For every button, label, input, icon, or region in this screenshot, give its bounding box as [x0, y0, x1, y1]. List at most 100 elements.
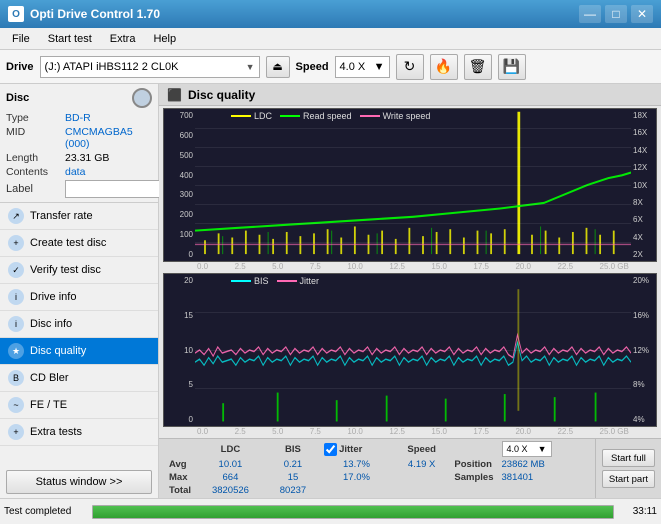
progress-bar-container [92, 505, 614, 519]
chart2-y-axis-right: 20% 16% 12% 8% 4% [631, 273, 657, 427]
nav-item-verify-test-disc[interactable]: ✓ Verify test disc [0, 257, 158, 284]
nav-item-disc-info[interactable]: i Disc info [0, 311, 158, 338]
write-speed-legend: Write speed [360, 111, 431, 121]
disc-section: Disc Type BD-R MID CMCMAGBA5 (000) Lengt… [0, 84, 158, 203]
titlebar: O Opti Drive Control 1.70 — □ ✕ [0, 0, 661, 28]
avg-row: Avg 10.01 0.21 13.7% 4.19 X Position 238… [165, 458, 589, 471]
nav-item-disc-quality[interactable]: ★ Disc quality [0, 338, 158, 365]
refresh-button[interactable]: ↻ [396, 54, 424, 80]
eject-button[interactable]: ⏏ [266, 56, 290, 78]
disc-label-key: Label [6, 183, 61, 195]
app-icon: O [8, 6, 24, 22]
jitter-max: 17.0% [320, 471, 393, 484]
grid-line [195, 128, 631, 129]
start-full-button[interactable]: Start full [602, 449, 655, 467]
position-val: 23862 MB [498, 458, 589, 471]
jitter-avg: 13.7% [320, 458, 393, 471]
nav-item-create-test-disc[interactable]: + Create test disc [0, 230, 158, 257]
ldc-max: 664 [195, 471, 266, 484]
jitter-legend: Jitter [277, 276, 320, 286]
titlebar-controls: — □ ✕ [579, 5, 653, 23]
nav-label-disc-info: Disc info [30, 318, 72, 330]
jitter-header: Jitter [339, 444, 362, 455]
bottom-bar: Test completed 33:11 [0, 498, 661, 524]
grid-line [195, 204, 631, 205]
time-text: 33:11 [622, 506, 657, 517]
erase-button[interactable]: 🗑 [464, 54, 492, 80]
speed-label: Speed [296, 61, 329, 73]
stats-header-row: LDC BIS Jitter Speed 4.0 X [165, 440, 589, 458]
save-button[interactable]: 💾 [498, 54, 526, 80]
burn-button[interactable]: 🔥 [430, 54, 458, 80]
menubar: File Start test Extra Help [0, 28, 661, 50]
minimize-button[interactable]: — [579, 5, 601, 23]
disc-contents-val: data [65, 166, 85, 178]
chart1-legend: LDC Read speed Write speed [231, 111, 430, 121]
drive-select-dropdown[interactable]: (J:) ATAPI iHBS112 2 CL0K ▼ [40, 56, 260, 78]
start-part-button[interactable]: Start part [602, 470, 655, 488]
grid-line [195, 223, 631, 224]
jitter-check-row: Jitter [324, 443, 389, 456]
disc-info-icon: i [8, 316, 24, 332]
nav-label-drive-info: Drive info [30, 291, 76, 303]
disc-length-key: Length [6, 152, 61, 164]
jitter-checkbox[interactable] [324, 443, 337, 456]
bis-legend: BIS [231, 276, 269, 286]
nav-item-fe-te[interactable]: ~ FE / TE [0, 392, 158, 419]
disc-quality-icon: ★ [8, 343, 24, 359]
nav-label-transfer-rate: Transfer rate [30, 210, 93, 222]
status-window-button[interactable]: Status window >> [6, 470, 152, 494]
close-button[interactable]: ✕ [631, 5, 653, 23]
ldc-header: LDC [195, 440, 266, 458]
grid-line [195, 185, 631, 186]
status-text: Test completed [4, 506, 84, 517]
grid-line [195, 350, 631, 351]
disc-quality-header-icon: ⬛ [167, 88, 182, 102]
nav-item-cd-bler[interactable]: B CD Bler [0, 365, 158, 392]
grid-line [195, 166, 631, 167]
nav-item-extra-tests[interactable]: + Extra tests [0, 419, 158, 446]
disc-mid-row: MID CMCMAGBA5 (000) [6, 126, 152, 150]
chart1: 700 600 500 400 300 200 100 0 [163, 108, 657, 262]
bis-max: 15 [266, 471, 320, 484]
nav-items: ↗ Transfer rate + Create test disc ✓ Ver… [0, 203, 158, 466]
read-speed-legend-color [280, 115, 300, 117]
disc-label-row: Label ✎ [6, 180, 152, 198]
stats-table: LDC BIS Jitter Speed 4.0 X [165, 440, 589, 497]
main-layout: Disc Type BD-R MID CMCMAGBA5 (000) Lengt… [0, 84, 661, 498]
menu-start-test[interactable]: Start test [40, 31, 100, 47]
menu-extra[interactable]: Extra [102, 31, 144, 47]
disc-mid-val: CMCMAGBA5 (000) [65, 126, 152, 150]
grid-line [195, 388, 631, 389]
bis-legend-label: BIS [254, 276, 269, 286]
chart2-inner: BIS Jitter [195, 273, 631, 427]
disc-type-val: BD-R [65, 112, 91, 124]
nav-label-cd-bler: CD Bler [30, 372, 69, 384]
nav-label-disc-quality: Disc quality [30, 345, 86, 357]
ldc-avg: 10.01 [195, 458, 266, 471]
nav-label-create-test-disc: Create test disc [30, 237, 106, 249]
maximize-button[interactable]: □ [605, 5, 627, 23]
speed-header: Speed [393, 440, 451, 458]
samples-val: 381401 [498, 471, 589, 484]
app-title: Opti Drive Control 1.70 [30, 7, 160, 21]
disc-length-row: Length 23.31 GB [6, 152, 152, 164]
nav-item-drive-info[interactable]: i Drive info [0, 284, 158, 311]
menu-file[interactable]: File [4, 31, 38, 47]
nav-item-transfer-rate[interactable]: ↗ Transfer rate [0, 203, 158, 230]
disc-contents-row: Contents data [6, 166, 152, 178]
jitter-legend-label: Jitter [300, 276, 320, 286]
speed-dropdown[interactable]: 4.0 X ▼ [335, 56, 390, 78]
position-label: Position [450, 458, 497, 471]
bis-header: BIS [266, 440, 320, 458]
chart1-wrapper: 700 600 500 400 300 200 100 0 [163, 108, 657, 271]
speed-dropdown-arrow-icon: ▼ [374, 61, 385, 73]
speed-select-dropdown[interactable]: 4.0 X ▼ [502, 441, 552, 457]
charts-area: 700 600 500 400 300 200 100 0 [159, 106, 661, 438]
speed-avg: 4.19 X [393, 458, 451, 471]
disc-quality-title: Disc quality [188, 88, 255, 102]
menu-help[interactable]: Help [145, 31, 184, 47]
grid-line [195, 312, 631, 313]
disc-length-val: 23.31 GB [65, 152, 109, 164]
avg-label: Avg [165, 458, 195, 471]
